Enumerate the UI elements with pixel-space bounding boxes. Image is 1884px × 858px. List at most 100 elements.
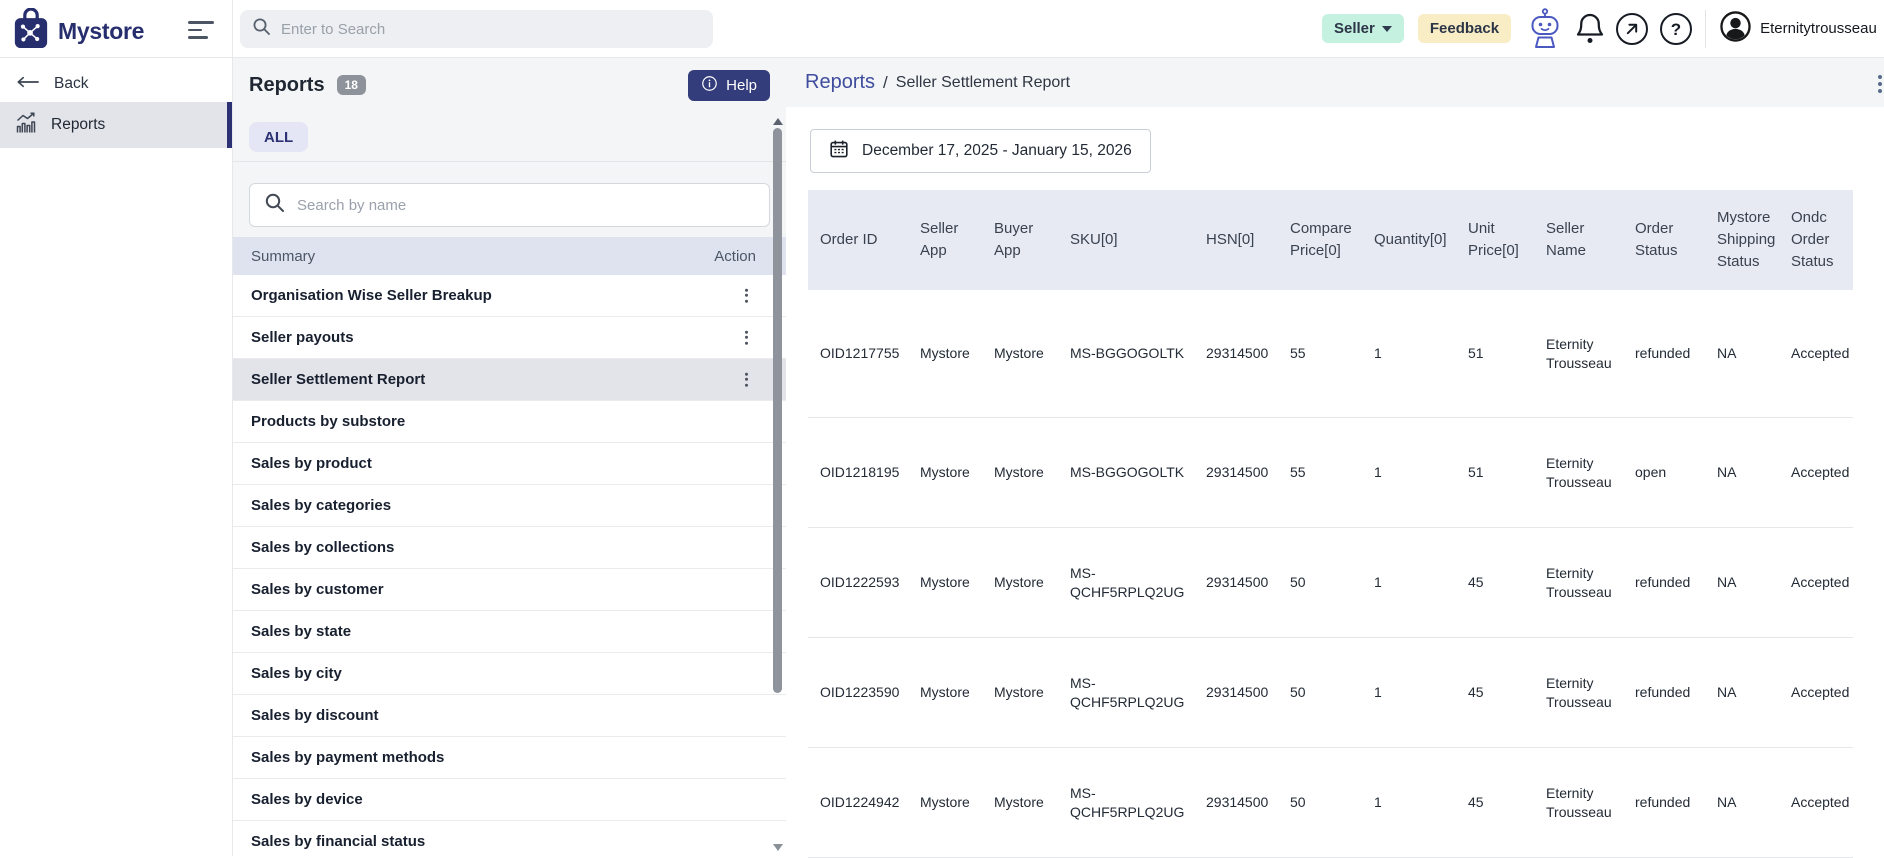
table-cell: Accepted [1791,684,1850,701]
table-cell: MS-BGGOGOLTK [1070,345,1185,362]
panel-scrollbar[interactable] [772,114,784,854]
panel-search-input[interactable] [297,196,755,214]
table-cell: 1 [1374,574,1382,591]
table-cell: MS-QCHF5RPLQ2UG [1070,674,1185,710]
brand-logo[interactable]: Mystore [12,7,144,55]
column-header: Mystore Shipping Status [1717,209,1776,270]
list-item[interactable]: Sales by device [233,779,786,821]
seller-dropdown[interactable]: Seller [1322,14,1404,43]
date-range-picker[interactable]: December 17, 2025 - January 15, 2026 [810,129,1151,173]
list-item[interactable]: Sales by state [233,611,786,653]
table-cell: 1 [1374,345,1382,362]
list-item[interactable]: Sales by financial status [233,821,786,856]
table-cell: Eternity Trousseau [1546,335,1612,371]
table-cell: Mystore [920,464,970,481]
table-cell: NA [1717,794,1737,811]
list-item-label: Sales by discount [251,707,379,724]
kebab-icon[interactable] [741,326,752,349]
seller-dropdown-label: Seller [1334,20,1375,37]
breadcrumb-current: Seller Settlement Report [895,73,1071,91]
scrollbar-down-arrow[interactable] [773,844,783,851]
scrollbar-thumb[interactable] [773,128,782,693]
panel-search-icon [264,192,285,218]
tab-all[interactable]: ALL [249,122,309,152]
svg-text:?: ? [1671,20,1681,39]
table-cell: open [1635,464,1667,481]
table-cell: NA [1717,464,1737,481]
panel-search-wrap [233,162,786,237]
left-sidebar: Back Reports [0,58,232,856]
list-item-label: Sales by financial status [251,833,426,850]
nav-divider [232,0,233,57]
column-header: Buyer App [994,220,1034,259]
list-item-label: Sales by customer [251,581,384,598]
column-header: Order ID [820,231,878,249]
table-cell: OID1222593 [820,574,900,591]
table-header-row: Order ID Seller App Buyer App SKU[0] HSN[0] C… [808,190,1853,290]
kebab-icon[interactable] [741,368,752,391]
back-button[interactable]: Back [0,66,232,102]
column-header: HSN[0] [1206,231,1255,249]
table-cell: MS-BGGOGOLTK [1070,464,1185,481]
list-item[interactable]: Sales by collections [233,527,786,569]
list-item[interactable]: Sales by customer [233,569,786,611]
table-cell: Mystore [994,345,1044,362]
panel-search[interactable] [249,183,770,227]
list-item[interactable]: Organisation Wise Seller Breakup [233,275,786,317]
column-header: Quantity[0] [1374,231,1447,249]
table-cell: 51 [1468,464,1484,481]
help-button-label: Help [726,77,757,94]
table-row: OID1223590 Mystore Mystore MS-QCHF5RPLQ2UG 2… [808,638,1853,748]
kebab-icon[interactable] [741,284,752,307]
list-item[interactable]: Products by substore [233,401,786,443]
column-header: Compare Price[0] [1290,220,1352,259]
navbar-right: Seller Feedback ? Eternitytrousseau [1322,0,1877,57]
column-header: SKU[0] [1070,231,1118,249]
list-item-label: Sales by state [251,623,352,640]
list-item[interactable]: Seller Settlement Report [233,359,786,401]
panel-title: Reports [249,73,325,96]
bell-icon[interactable] [1575,12,1605,45]
summary-column-label: Summary [251,247,316,265]
table-cell: 45 [1468,794,1484,811]
global-search-input[interactable] [281,20,701,38]
help-button[interactable]: Help [688,70,770,101]
main-kebab-icon[interactable] [1874,71,1884,97]
list-item-label: Organisation Wise Seller Breakup [251,287,492,304]
table-cell: 55 [1290,345,1306,362]
column-header: Seller App [920,220,959,259]
table-cell: Mystore [920,794,970,811]
list-item[interactable]: Sales by payment methods [233,737,786,779]
table-cell: 1 [1374,464,1382,481]
robot-assistant-icon[interactable] [1525,7,1565,50]
breadcrumb-reports[interactable]: Reports [805,71,875,94]
help-circle-icon[interactable]: ? [1659,12,1693,46]
list-item[interactable]: Seller payouts [233,317,786,359]
global-search[interactable] [240,10,713,48]
table-cell: Eternity Trousseau [1546,674,1612,710]
breadcrumb-separator: / [883,72,888,92]
scrollbar-up-arrow[interactable] [773,118,783,125]
list-item[interactable]: Sales by city [233,653,786,695]
search-icon [252,17,271,41]
table-cell: MS-QCHF5RPLQ2UG [1070,784,1185,820]
list-item[interactable]: Sales by categories [233,485,786,527]
sidebar-item-reports[interactable]: Reports [0,102,232,148]
sidebar-item-label: Reports [51,116,106,133]
hamburger-icon[interactable] [188,21,214,44]
reports-panel: Reports 18 Help ALL Search by name Summa… [232,58,786,856]
list-item[interactable]: Sales by product [233,443,786,485]
nav-right-divider [1705,9,1707,48]
table-cell: refunded [1635,345,1691,362]
table-cell: 29314500 [1206,794,1269,811]
table-cell: OID1224942 [820,794,900,811]
table-body: OID1217755 Mystore Mystore MS-BGGOGOLTK 2931… [808,290,1853,858]
feedback-button[interactable]: Feedback [1417,14,1512,43]
list-item[interactable]: Sales by discount [233,695,786,737]
user-menu[interactable]: Eternitytrousseau [1720,10,1877,47]
table-cell: Mystore [994,794,1044,811]
panel-header: Reports 18 Help [233,58,786,112]
table-cell: OID1223590 [820,684,900,701]
arrow-up-right-icon[interactable] [1615,12,1649,46]
list-item-label: Sales by city [251,665,342,682]
